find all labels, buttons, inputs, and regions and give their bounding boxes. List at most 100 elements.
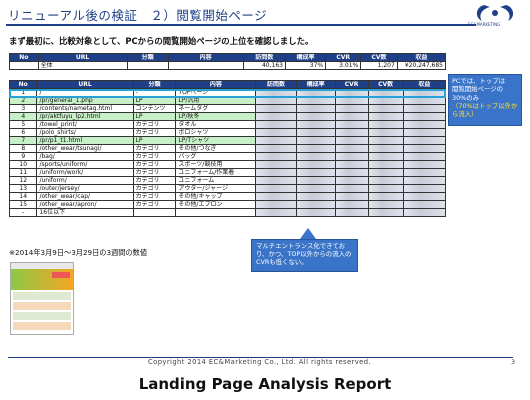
col-header-no: No [9,53,39,62]
table-cell: カテゴリ [132,160,177,169]
table-row: 15/other_wear/apron/カテゴリ その他/エプロン [8,200,447,209]
table-cell: カテゴリ [132,152,177,161]
table-cell: その他/エプロン [175,200,257,209]
table-cell: ¥20,247,685 [396,61,447,70]
table-cell [295,104,336,113]
table-cell [295,144,336,153]
col-header-cv-count: CV数 [360,53,398,62]
table-row: -16位以下 [8,208,447,217]
table-cell [334,144,369,153]
table-cell [402,200,447,209]
table-cell: コンテンツ [132,104,177,113]
col-header-content: 内容 [175,80,257,89]
table-cell [402,144,447,153]
table-cell: LP/Tシャツ [175,136,257,145]
table-cell [255,128,297,137]
table-row: 12/uniform/カテゴリ ユニフォーム [8,176,447,185]
table-cell: 11 [8,168,38,177]
table-cell [334,152,369,161]
logo-text: EC&MARKETING [468,22,501,27]
table-row: 7/pr/p1_t1.html LP LP/Tシャツ [8,136,447,145]
table-cell [367,160,404,169]
table-cell: LP [132,136,177,145]
table-cell [334,112,369,121]
table-cell [295,168,336,177]
col-header-share: 構成率 [295,80,336,89]
table-body: 1/- TOPページ 2/pr/general_1.php LP LP/汎用 3/cont… [8,88,447,217]
table-cell [367,112,404,121]
table-cell [255,184,297,193]
table-cell [334,104,369,113]
table-cell [367,120,404,129]
table-cell: 7 [8,136,38,145]
table-cell: /contents/nametag.html [36,104,134,113]
table-cell: 3 [8,104,38,113]
table-cell [367,136,404,145]
table-cell [334,128,369,137]
table-cell [255,208,297,217]
table-cell: その他/つなぎ [175,144,257,153]
table-cell: - [8,208,38,217]
table-row: 4/pr/aktfuyu_lp2.html LP LP/秋冬 [8,112,447,121]
table-cell [334,208,369,217]
table-cell: 37% [284,61,327,70]
table-cell [402,168,447,177]
table-cell [402,160,447,169]
table-cell: /sports/uniform/ [36,160,134,169]
table-cell: ユニフォーム [175,176,257,185]
table-cell: /other_wear/cap/ [36,192,134,201]
table-cell [334,184,369,193]
col-header-cv-count: CV数 [367,80,404,89]
table-cell: 全体 [37,61,128,70]
intro-text: まず最初に、比較対象として、PCからの閲覧開始ページの上位を確認しました。 [9,36,314,46]
table-cell [402,184,447,193]
table-cell [367,184,404,193]
landing-page-thumbnail [10,262,74,335]
table-cell: カテゴリ [132,192,177,201]
table-cell: /polo_shirts/ [36,128,134,137]
table-cell: 15 [8,200,38,209]
table-cell [295,160,336,169]
col-header-cvr: CVR [325,53,362,62]
table-cell: その他/キャップ [175,192,257,201]
table-cell [255,176,297,185]
table-row: 5/towel_print/カテゴリ タオル [8,120,447,129]
table-cell: アウター/ジャージ [175,184,257,193]
landing-page-table: No URL 分類 内容 訪問数 構成率 CVR CV数 収益 1/- TOPペー… [8,80,447,217]
title-underline [6,24,476,26]
table-cell [402,112,447,121]
table-cell [402,152,447,161]
table-cell: バッグ [175,152,257,161]
top-row-highlight [9,89,446,98]
table-row: 10/sports/uniform/カテゴリ スポーツ/競技用 [8,160,447,169]
table-cell [9,61,39,70]
table-cell [255,144,297,153]
table-cell: カテゴリ [132,200,177,209]
table-cell: ポロシャツ [175,128,257,137]
table-cell: カテゴリ [132,128,177,137]
table-cell [295,208,336,217]
col-header-revenue: 収益 [396,53,447,62]
copyright-text: Copyright 2014 EC&Marketing Co., Ltd. Al… [148,358,372,366]
table-cell [367,104,404,113]
table-row: 8/other_wear/tsunagi/カテゴリ その他/つなぎ [8,144,447,153]
table-cell: 1,207 [360,61,398,70]
table-cell: 12 [8,176,38,185]
table-cell [255,160,297,169]
table-cell [167,61,244,70]
table-cell [334,136,369,145]
table-cell: /bag/ [36,152,134,161]
col-header-revenue: 収益 [402,80,447,89]
col-header-url: URL [36,80,134,89]
table-row: 9/bag/カテゴリ バッグ [8,152,447,161]
callout-text: マルチエントランス化できており、かつ、TOP以外からの流入のCVRも低くない。 [256,242,352,266]
summary-table: No URL 分類 内容 訪問数 構成率 CVR CV数 収益 全体 40,16… [9,53,447,70]
table-cell: 14 [8,192,38,201]
col-header-category: 分類 [126,53,169,62]
table-cell [255,200,297,209]
table-cell [402,120,447,129]
table-cell: カテゴリ [132,144,177,153]
summary-header-row: No URL 分類 内容 訪問数 構成率 CVR CV数 収益 [9,53,447,62]
table-cell [367,208,404,217]
table-cell [334,120,369,129]
